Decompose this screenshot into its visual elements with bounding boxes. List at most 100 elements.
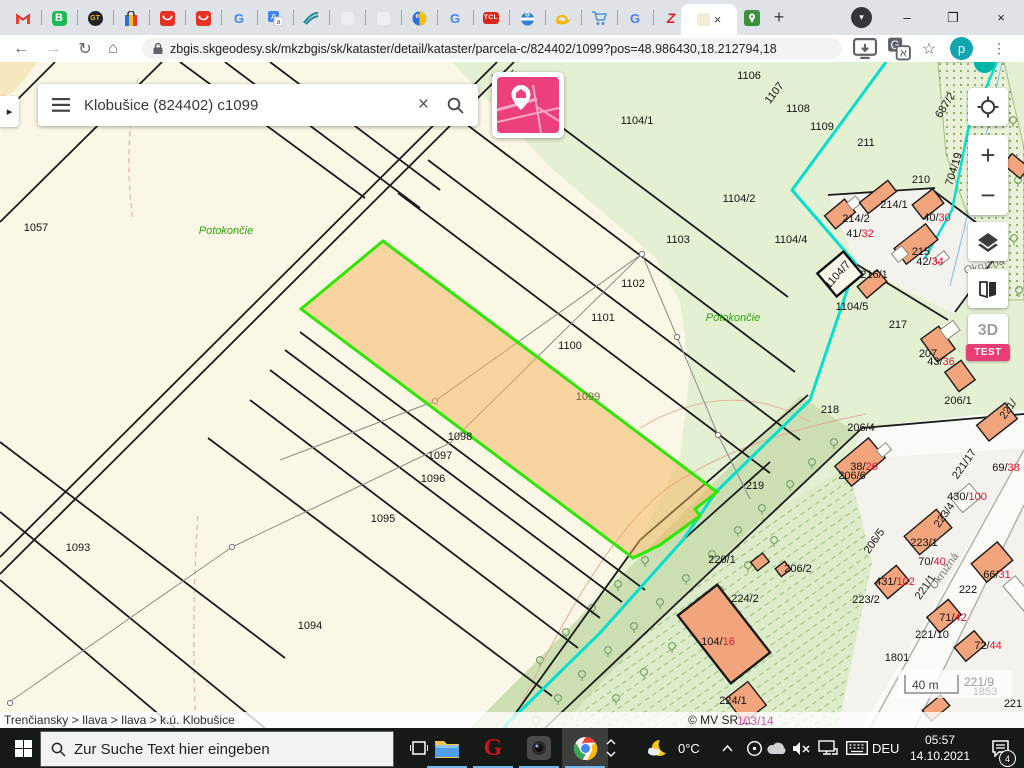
pinned-tab-google[interactable]: G — [222, 5, 256, 31]
keyboard-language-label[interactable]: DEU — [872, 728, 899, 768]
browser-toolbar: ← → ↻ ⌂ zbgis.skgeodesy.sk/mkzbgis/sk/ka… — [0, 35, 1024, 63]
map-search-input[interactable]: Klobušice (824402) c1099 — [84, 97, 418, 114]
parcel-label: 219 — [746, 480, 764, 492]
menu-dots-icon[interactable]: ⋮ — [986, 36, 1012, 61]
pinned-tab-posthorn[interactable] — [546, 5, 580, 31]
pinned-tab-blank[interactable] — [366, 5, 400, 31]
parcel-label: Potokončie — [199, 225, 253, 237]
pinned-tab-gmail[interactable] — [6, 5, 40, 31]
pinned-tab-helmet[interactable] — [510, 5, 544, 31]
tray-chevron-up[interactable] — [712, 728, 742, 768]
forward-button[interactable]: → — [40, 36, 66, 61]
parcel-label: 41/32 — [846, 228, 874, 240]
sidebar-expand-button[interactable]: ▸ — [0, 96, 19, 127]
survey-point — [674, 334, 679, 339]
zbgis-favicon — [697, 13, 710, 26]
date-label: 14.10.2021 — [905, 748, 975, 764]
breadcrumb-item[interactable]: Ilava — [82, 713, 107, 727]
pinned-tab-gt-dark[interactable]: GT — [78, 5, 112, 31]
translate-icon[interactable]: Gא — [886, 36, 912, 61]
windows-logo-icon — [15, 740, 32, 757]
tab-zbgis-pin[interactable] — [735, 5, 769, 31]
pinned-tab-bag-stripes[interactable] — [114, 5, 148, 31]
survey-point — [229, 544, 234, 549]
parcel-label: 431/102 — [875, 576, 915, 588]
taskbar-search-box[interactable]: Zur Suche Text hier eingeben — [40, 731, 394, 767]
breadcrumb-item[interactable]: Ilava — [121, 713, 146, 727]
close-tab-icon[interactable]: × — [714, 13, 722, 26]
new-tab-button[interactable]: + — [765, 0, 793, 35]
back-button[interactable]: ← — [8, 36, 34, 61]
zoom-out-button[interactable]: − — [968, 175, 1008, 215]
menu-hamburger-icon[interactable] — [52, 98, 70, 112]
three-d-button[interactable]: 3D — [968, 314, 1008, 348]
lock-icon — [152, 42, 164, 55]
parcel-label: 40/30 — [923, 212, 951, 224]
pinned-tab-google[interactable]: G — [438, 5, 472, 31]
split-view-button[interactable] — [968, 269, 1008, 308]
pinned-tab-translate[interactable]: Aa — [258, 5, 292, 31]
parcel-label: 221 — [1004, 698, 1022, 710]
map-viewport[interactable]: 1057PotokončiePotokončie1106110711081109… — [0, 62, 1024, 728]
close-window-button[interactable]: × — [978, 0, 1024, 35]
breadcrumb[interactable]: Trenčiansky > Ilava > Ilava > k.ú. Klobu… — [4, 713, 235, 727]
profile-avatar[interactable]: p — [950, 37, 973, 60]
pinned-tab-aliexpress[interactable] — [186, 5, 220, 31]
parcel-label: 211 — [857, 137, 875, 149]
pinned-tab-tcl[interactable]: TCL — [474, 5, 508, 31]
breadcrumb-item[interactable]: k.ú. Klobušice — [160, 713, 235, 727]
tab-search-button[interactable]: ▾ — [851, 7, 872, 28]
parcel-label: 1801 — [885, 652, 909, 664]
parcel-label: 1097 — [428, 450, 452, 462]
pinned-tab-cart[interactable] — [582, 5, 616, 31]
parcel-label: 218 — [821, 404, 839, 416]
parcel-label: 1057 — [24, 222, 48, 234]
minimize-button[interactable]: – — [884, 0, 930, 35]
svg-text:א: א — [900, 48, 907, 60]
parcel-label: 1109 — [810, 121, 834, 133]
pinned-tab-b-green[interactable]: B — [42, 5, 76, 31]
pinned-tab-blank[interactable] — [330, 5, 364, 31]
temperature-label[interactable]: 0°C — [678, 728, 700, 768]
taskbar-overflow-chevrons[interactable] — [598, 728, 624, 768]
parcel-label: 1095 — [371, 513, 395, 525]
restore-button[interactable]: ❐ — [930, 0, 976, 35]
map-search-bar[interactable]: Klobušice (824402) c1099 × — [38, 84, 478, 126]
taskbar-app-explorer[interactable] — [424, 728, 470, 768]
install-icon[interactable] — [852, 36, 878, 61]
parcel-label: 1106 — [737, 70, 761, 82]
parcel-label: 217 — [889, 319, 907, 331]
pinned-tab-feather[interactable] — [294, 5, 328, 31]
breadcrumb-item[interactable]: Trenčiansky — [4, 713, 68, 727]
url-text: zbgis.skgeodesy.sk/mkzbgis/sk/kataster/d… — [170, 42, 777, 56]
address-bar[interactable]: zbgis.skgeodesy.sk/mkzbgis/sk/kataster/d… — [142, 38, 842, 59]
parcel-label: 1108 — [786, 103, 810, 115]
taskbar-app-camera[interactable] — [516, 728, 562, 768]
survey-point — [7, 700, 12, 705]
crosshair-icon — [977, 96, 999, 118]
bookmark-star-icon[interactable]: ☆ — [916, 36, 942, 61]
pinned-tab-google[interactable]: G — [618, 5, 652, 31]
touch-keyboard-icon[interactable] — [840, 728, 874, 768]
taskbar-app-gimp-g[interactable]: G — [470, 728, 516, 768]
map-canvas[interactable]: 1057PotokončiePotokončie1106110711081109… — [0, 62, 1024, 728]
taskbar-clock[interactable]: 05:57 14.10.2021 — [905, 732, 975, 764]
layers-button[interactable] — [968, 222, 1008, 261]
parcel-label: 104/16 — [701, 636, 735, 648]
parcel-label: 224/2 — [731, 593, 759, 605]
weather-icon[interactable] — [640, 728, 674, 768]
home-button[interactable]: ⌂ — [100, 36, 126, 61]
parcel-label-pink: 103/14 — [737, 714, 774, 728]
pinned-tab-parrot[interactable] — [402, 5, 436, 31]
parcel-label: 72/44 — [974, 640, 1002, 652]
basemap-switcher[interactable] — [492, 72, 564, 138]
test-badge: TEST — [966, 344, 1010, 361]
active-tab[interactable]: × — [681, 4, 737, 35]
parcel-label: 69/38 — [992, 462, 1020, 474]
clear-search-icon[interactable]: × — [418, 94, 429, 116]
reload-button[interactable]: ↻ — [72, 36, 98, 61]
locate-me-button[interactable] — [968, 88, 1008, 126]
search-icon[interactable] — [447, 97, 464, 114]
pinned-tab-aliexpress[interactable] — [150, 5, 184, 31]
zoom-in-button[interactable]: + — [968, 135, 1008, 175]
